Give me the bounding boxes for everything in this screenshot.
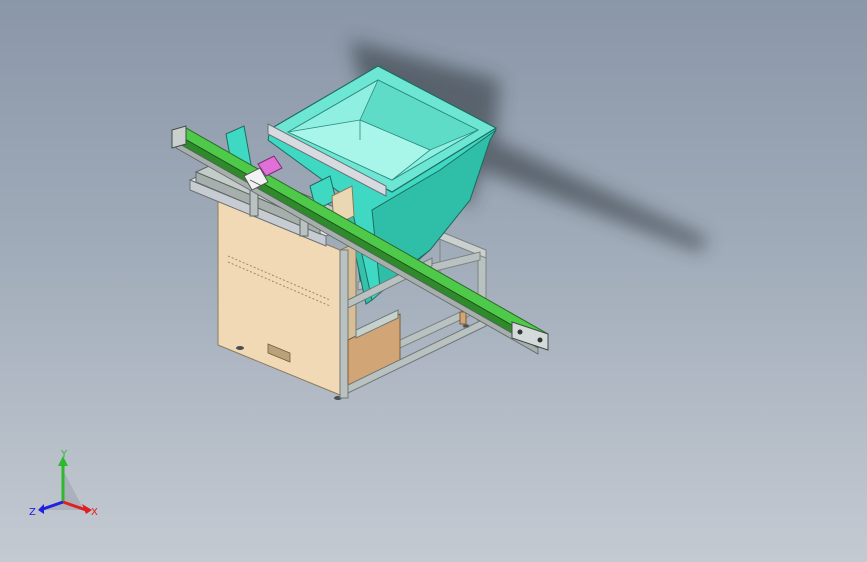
y-axis-label: Y xyxy=(60,449,68,460)
coordinate-triad[interactable]: Y X Z xyxy=(20,448,110,528)
conveyor-hopper-model[interactable] xyxy=(0,0,867,562)
z-axis-label: Z xyxy=(29,507,36,518)
cad-viewport[interactable]: Y X Z xyxy=(0,0,867,562)
x-axis-label: X xyxy=(91,507,98,518)
